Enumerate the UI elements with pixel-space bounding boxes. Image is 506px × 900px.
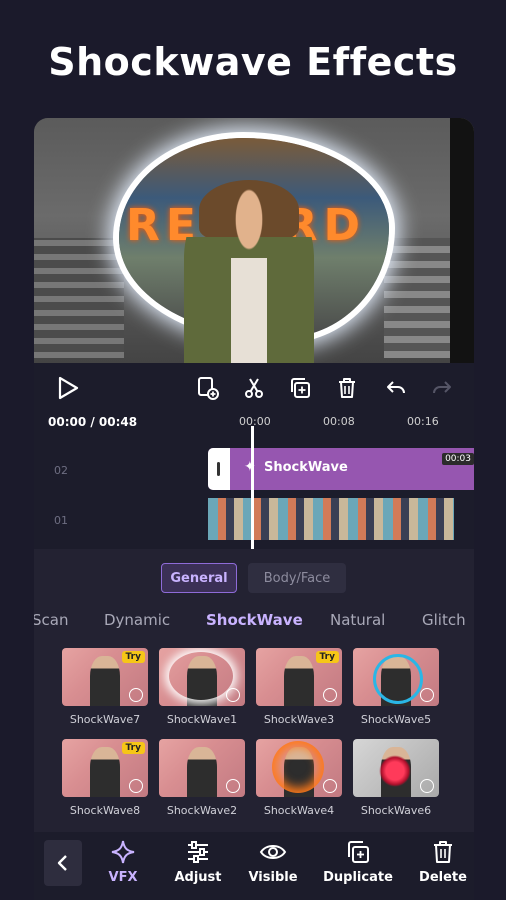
add-frame-icon[interactable] <box>194 374 222 402</box>
tab-natural[interactable]: Natural <box>330 611 385 629</box>
record-shelf <box>34 238 124 358</box>
sparkle-icon <box>83 838 163 866</box>
preview-icon <box>323 779 337 793</box>
timeline[interactable]: 02 01 ✦ ShockWave 00:03 <box>34 426 474 561</box>
video-filmstrip[interactable] <box>208 498 454 540</box>
effect-name: ShockWave2 <box>166 804 238 817</box>
adjust-button[interactable]: Adjust <box>158 838 238 885</box>
try-badge: Try <box>315 651 339 663</box>
effect-thumb[interactable]: Try <box>62 648 148 706</box>
delete-button[interactable]: Delete <box>403 838 474 885</box>
ruler-tick: 00:16 <box>407 415 439 428</box>
effect-thumb[interactable]: Try <box>62 739 148 797</box>
undo-icon[interactable] <box>382 374 410 402</box>
category-tabs: Scan Dynamic ShockWave Natural Glitch <box>34 611 474 633</box>
segment-general[interactable]: General <box>161 563 237 593</box>
effect-name: ShockWave3 <box>263 713 335 726</box>
editor-screen: RECORD 00:00 / 00:48 00:00 00:08 <box>34 118 474 900</box>
track-number: 01 <box>54 514 68 527</box>
ruler-tick: 00:00 <box>239 415 271 428</box>
headline: Shockwave Effects <box>48 40 458 84</box>
preview-icon <box>129 779 143 793</box>
tab-glitch[interactable]: Glitch <box>422 611 466 629</box>
current-time: 00:00 / 00:48 <box>48 415 138 429</box>
vfx-button[interactable]: VFX <box>83 838 163 885</box>
effect-thumb[interactable]: Try <box>256 648 342 706</box>
effect-thumb[interactable] <box>159 739 245 797</box>
play-icon[interactable] <box>54 374 82 402</box>
tab-scan[interactable]: Scan <box>34 611 68 629</box>
duplicate-button[interactable]: Duplicate <box>318 838 398 885</box>
effect-clip[interactable]: ✦ ShockWave 00:03 <box>208 448 474 490</box>
try-badge: Try <box>121 651 145 663</box>
effect-name: ShockWave6 <box>360 804 432 817</box>
effect-thumb[interactable] <box>353 739 439 797</box>
effect-clip-label: ShockWave <box>264 460 348 475</box>
effect-name: ShockWave7 <box>69 713 141 726</box>
track-number: 02 <box>54 464 68 477</box>
tab-shockwave[interactable]: ShockWave <box>206 611 303 629</box>
segment-body-face[interactable]: Body/Face <box>248 563 346 593</box>
effect-thumb[interactable] <box>256 739 342 797</box>
try-badge: Try <box>121 742 145 754</box>
trim-handle[interactable] <box>208 448 230 490</box>
delete-clip-icon[interactable] <box>333 374 361 402</box>
preview-icon <box>226 779 240 793</box>
chevron-left-icon <box>57 855 67 871</box>
playhead[interactable] <box>251 426 254 561</box>
trash-icon <box>403 838 474 866</box>
preview-icon <box>226 688 240 702</box>
effect-name: ShockWave1 <box>166 713 238 726</box>
time-ruler: 00:00 / 00:48 00:00 00:08 00:16 <box>34 410 474 432</box>
back-button[interactable] <box>44 840 82 886</box>
video-preview[interactable]: RECORD <box>34 118 474 363</box>
split-scissors-icon[interactable] <box>240 374 268 402</box>
tab-dynamic[interactable]: Dynamic <box>104 611 170 629</box>
sliders-icon <box>158 838 238 866</box>
bottom-toolbar: VFX Adjust Visible Duplicate Delete <box>34 832 474 900</box>
ruler-tick: 00:08 <box>323 415 355 428</box>
effect-clip-duration: 00:03 <box>442 453 474 465</box>
effect-name: ShockWave4 <box>263 804 335 817</box>
effect-name: ShockWave5 <box>360 713 432 726</box>
effect-thumb[interactable] <box>159 648 245 706</box>
preview-icon <box>420 688 434 702</box>
effect-name: ShockWave8 <box>69 804 141 817</box>
preview-icon <box>420 779 434 793</box>
redo-icon[interactable] <box>428 374 456 402</box>
eye-icon <box>233 838 313 866</box>
visible-button[interactable]: Visible <box>233 838 313 885</box>
duplicate-icon <box>318 838 398 866</box>
effect-thumb[interactable] <box>353 648 439 706</box>
preview-icon <box>129 688 143 702</box>
copy-clip-icon[interactable] <box>286 374 314 402</box>
player-controls <box>34 370 474 406</box>
preview-icon <box>323 688 337 702</box>
